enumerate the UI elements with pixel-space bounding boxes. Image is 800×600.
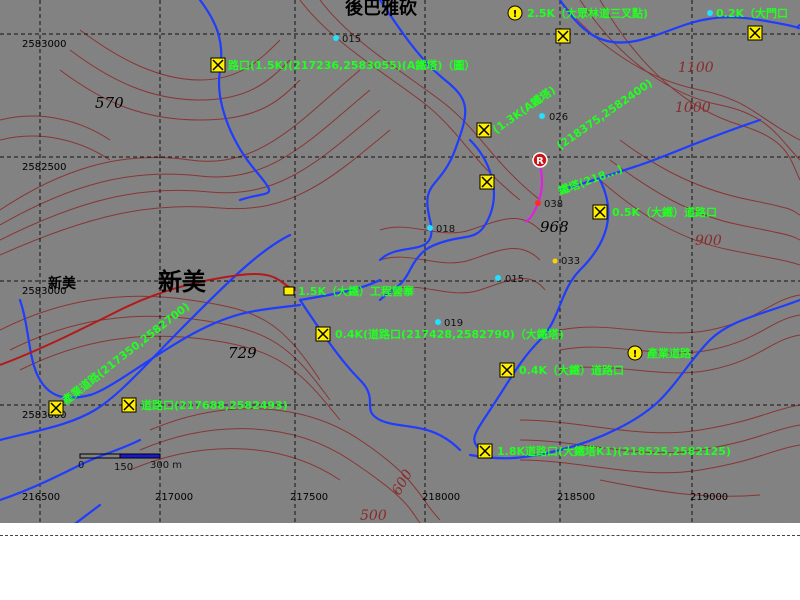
waypoint-box[interactable] (499, 362, 515, 378)
easting-label-6: 219000 (690, 492, 728, 503)
waypoint-label: 0.4K（大鐵）道路口 (519, 363, 624, 377)
waypoint-label: 道路口(217688,2582493) (141, 398, 288, 412)
point-label: 018 (436, 224, 455, 235)
waypoint-box[interactable] (479, 174, 495, 190)
waypoint-label: 0.5K（大鐵）道路口 (612, 205, 717, 219)
waypoint-label: 1.5K（大鐵）工程營寨 (298, 284, 414, 298)
waypoint-box[interactable] (48, 400, 64, 416)
route-marker-letter: R (536, 156, 544, 167)
map-canvas[interactable]: 2583000 2582500 2583000 2583000 216500 2… (0, 0, 800, 523)
point-label: 026 (549, 112, 568, 123)
easting-label-1: 216500 (22, 492, 60, 503)
waypoint-box[interactable] (315, 326, 331, 342)
waypoint-box[interactable] (477, 443, 493, 459)
waypoint-label: 產業道路 (646, 346, 692, 360)
waypoint-box[interactable] (476, 122, 492, 138)
place-xinmei-large: 新美 (158, 267, 206, 296)
contour-label-1000: 1000 (675, 100, 711, 116)
scale-tick: 0 (78, 460, 84, 471)
northing-label-1: 2583000 (22, 39, 67, 50)
point-label: 015 (342, 34, 361, 45)
route-marker[interactable]: R (532, 152, 548, 168)
place-xinmei-small: 新美 (48, 275, 77, 292)
easting-label-3: 217500 (290, 492, 328, 503)
topographic-map[interactable]: 2583000 2582500 2583000 2583000 216500 2… (0, 0, 800, 523)
waypoint-box[interactable] (555, 28, 571, 44)
waypoint-label: 路口(1.5K)(217236,2583055)(A鐵塔)（圖） (228, 58, 475, 72)
easting-label-2: 217000 (155, 492, 193, 503)
warning-icon: ! (513, 9, 518, 20)
contour-label-500: 500 (360, 508, 387, 523)
waypoint-warning[interactable]: ! 產業道路 (627, 345, 692, 361)
waypoint-label: 1.8K道路口(大鐵塔K1)(218525,2582125) (497, 444, 731, 458)
waypoint-box[interactable] (747, 25, 763, 41)
scale-tick: 300 m (150, 460, 182, 471)
blank-area (0, 523, 800, 600)
contour-label-900: 900 (695, 233, 722, 249)
elevation-729: 729 (228, 344, 257, 362)
elevation-968: 968 (540, 218, 569, 236)
point-label: 033 (561, 256, 580, 267)
waypoint-camp[interactable] (283, 286, 295, 296)
point-label: 038 (544, 199, 563, 210)
waypoint-label: 2.5K（大眾林道三叉點) (527, 6, 648, 20)
waypoint-point[interactable]: 0.2K（大門口 (707, 6, 788, 20)
easting-label-5: 218500 (557, 492, 595, 503)
waypoint-box[interactable] (592, 204, 608, 220)
waypoint-warning[interactable]: ! 2.5K（大眾林道三叉點) (507, 5, 648, 21)
point-label: 015 (505, 274, 524, 285)
scale-tick: 150 (114, 462, 133, 473)
dashed-divider (0, 535, 800, 536)
elevation-570: 570 (95, 94, 124, 112)
waypoint-box[interactable] (210, 57, 226, 73)
warning-icon: ! (633, 349, 638, 360)
waypoint-box[interactable] (121, 397, 137, 413)
easting-label-4: 218000 (422, 492, 460, 503)
waypoint-label: 0.2K（大門口 (716, 6, 788, 20)
northing-label-2: 2582500 (22, 162, 67, 173)
contour-label-1100: 1100 (678, 60, 714, 76)
waypoint-label: 0.4K(道路口(217428,2582790)（大鐵塔) (335, 327, 564, 341)
place-houbaya: 後巴雅砍 (345, 0, 418, 19)
